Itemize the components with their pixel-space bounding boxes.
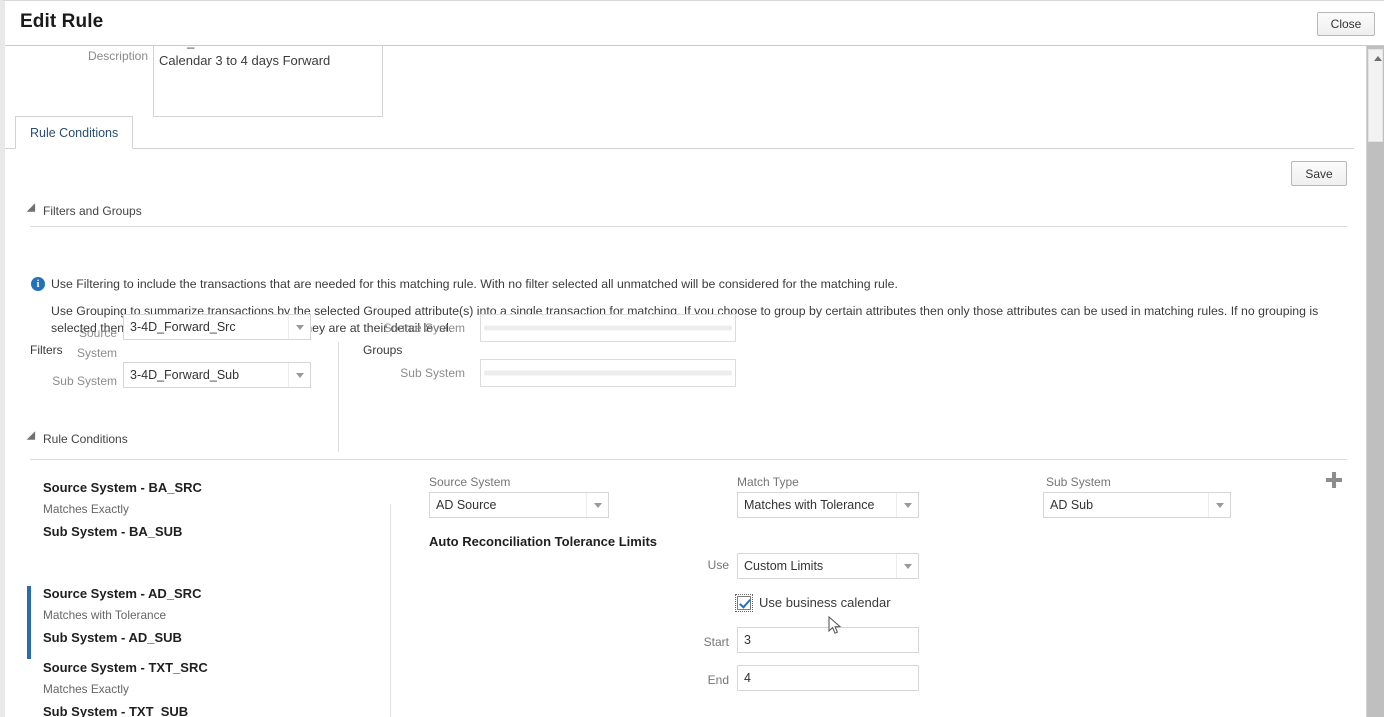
disclosure-triangle-icon[interactable] xyxy=(26,431,40,444)
start-label: Start xyxy=(703,635,729,649)
description-label: Description xyxy=(87,49,148,63)
filter-source-system-select[interactable]: 3-4D_Forward_Src xyxy=(123,314,311,340)
filter-sub-system-select[interactable]: 3-4D_Forward_Sub xyxy=(123,362,311,388)
use-business-calendar-label: Use business calendar xyxy=(759,595,891,610)
detail-match-type-select[interactable]: Matches with Tolerance xyxy=(737,492,919,518)
divider-filters xyxy=(30,226,1347,227)
save-button[interactable]: Save xyxy=(1291,161,1347,186)
tolerance-limits-header: Auto Reconciliation Tolerance Limits xyxy=(429,534,658,549)
section-header-filters-and-groups[interactable]: Filters and Groups xyxy=(26,203,142,218)
condition-match-type: Matches Exactly xyxy=(43,682,129,696)
condition-source-system: Source System - BA_SRC xyxy=(43,480,202,495)
description-row: Description 3-4D_Forward - HCI Business … xyxy=(5,46,405,118)
detail-sub-system-label: Sub System xyxy=(1046,475,1111,489)
info-icon: i xyxy=(31,277,45,291)
vertical-scrollbar[interactable] xyxy=(1366,46,1384,717)
condition-match-type: Matches Exactly xyxy=(43,502,129,516)
use-limits-select[interactable]: Custom Limits xyxy=(737,553,919,579)
use-label: Use xyxy=(707,558,729,572)
chevron-down-icon[interactable] xyxy=(896,493,918,517)
list-item[interactable]: Source System - AD_SRC Matches with Tole… xyxy=(5,586,390,659)
section-header-rule-conditions[interactable]: Rule Conditions xyxy=(26,431,128,446)
condition-source-system: Source System - AD_SRC xyxy=(43,586,202,601)
use-business-calendar-checkbox[interactable] xyxy=(735,593,753,612)
list-item[interactable]: Source System - TXT_SRC Matches Exactly … xyxy=(5,660,390,717)
condition-sub-system: Sub System - AD_SUB xyxy=(43,630,182,645)
close-button[interactable]: Close xyxy=(1317,12,1375,36)
filter-source-system-label-1: Source xyxy=(78,326,117,340)
filter-sub-system-value: 3-4D_Forward_Sub xyxy=(130,368,240,382)
page-title: Edit Rule xyxy=(20,11,104,32)
detail-source-system-value: AD Source xyxy=(436,498,497,512)
listbox-placeholder-bar xyxy=(484,370,732,376)
filters-groups-divider xyxy=(338,342,339,452)
focus-ring xyxy=(735,593,753,612)
dialog-titlebar: Edit Rule Close xyxy=(5,1,1384,46)
info-text-line-1: Use Filtering to include the transaction… xyxy=(51,277,898,291)
detail-sub-system-value: AD Sub xyxy=(1050,498,1094,512)
scroll-up-arrow-icon[interactable] xyxy=(1374,56,1382,61)
group-sub-system-label: Sub System xyxy=(400,366,465,380)
disclosure-triangle-icon[interactable] xyxy=(26,203,40,216)
conditions-detail-divider xyxy=(390,504,391,717)
tab-strip: Rule Conditions xyxy=(5,116,1354,149)
condition-source-system: Source System - TXT_SRC xyxy=(43,660,208,675)
chevron-down-icon[interactable] xyxy=(586,493,608,517)
filter-source-system-value: 3-4D_Forward_Src xyxy=(130,320,236,334)
detail-source-system-label: Source System xyxy=(429,475,511,489)
rule-conditions-list: Source System - BA_SRC Matches Exactly S… xyxy=(5,458,390,717)
use-limits-value: Custom Limits xyxy=(744,559,824,573)
scrollbar-thumb[interactable] xyxy=(1368,49,1383,142)
dialog-content: Description 3-4D_Forward - HCI Business … xyxy=(5,46,1384,717)
mouse-cursor xyxy=(828,616,842,634)
group-source-system-listbox[interactable] xyxy=(480,314,736,342)
list-item[interactable]: Source System - BA_SRC Matches Exactly S… xyxy=(5,480,390,553)
section-title-filters-and-groups: Filters and Groups xyxy=(43,204,142,218)
section-title-rule-conditions: Rule Conditions xyxy=(43,432,128,446)
filter-sub-system-label: Sub System xyxy=(52,374,117,388)
description-textarea[interactable]: 3-4D_Forward - HCI Business Calendar 3 t… xyxy=(153,46,383,117)
add-condition-icon[interactable] xyxy=(1326,472,1342,488)
groups-title: Groups xyxy=(363,343,403,357)
chevron-down-icon[interactable] xyxy=(896,554,918,578)
detail-match-type-label: Match Type xyxy=(737,475,799,489)
chevron-down-icon[interactable] xyxy=(1208,493,1230,517)
description-line-2: Calendar 3 to 4 days Forward xyxy=(159,53,331,68)
condition-match-type: Matches with Tolerance xyxy=(43,608,167,622)
end-label: End xyxy=(707,673,729,687)
use-business-calendar-checkbox-row[interactable]: Use business calendar xyxy=(735,593,891,612)
chevron-down-icon[interactable] xyxy=(288,363,310,387)
listbox-placeholder-bar xyxy=(484,325,732,331)
detail-match-type-value: Matches with Tolerance xyxy=(744,498,875,512)
detail-sub-system-select[interactable]: AD Sub xyxy=(1043,492,1231,518)
detail-source-system-select[interactable]: AD Source xyxy=(429,492,609,518)
group-sub-system-listbox[interactable] xyxy=(480,359,736,387)
condition-sub-system: Sub System - TXT_SUB xyxy=(43,704,189,717)
edit-rule-dialog: Edit Rule Close Description 3-4D_Forward… xyxy=(0,0,1384,717)
group-source-system-label: Source System xyxy=(383,321,465,335)
chevron-down-icon[interactable] xyxy=(288,315,310,339)
end-input[interactable]: 4 xyxy=(737,665,919,691)
filter-source-system-label-2: System xyxy=(76,346,117,360)
selected-indicator-bar xyxy=(27,586,31,659)
condition-sub-system: Sub System - BA_SUB xyxy=(43,524,183,539)
tab-rule-conditions[interactable]: Rule Conditions xyxy=(15,116,134,149)
